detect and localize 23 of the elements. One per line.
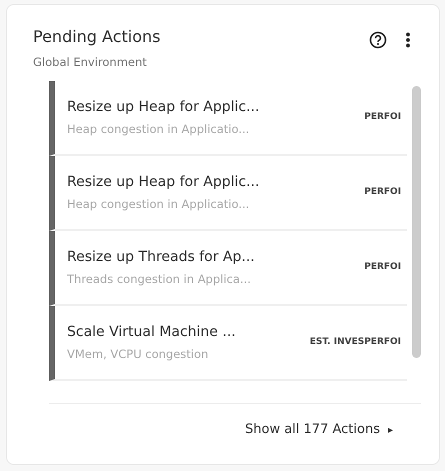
action-row[interactable]: Scale Virtual Machine ... VMem, VCPU congestion EST. INVESPERFOI (49, 306, 408, 382)
more-menu-icon[interactable] (405, 32, 411, 48)
action-category: PERFOI (364, 111, 402, 124)
action-title: Scale Virtual Machine ... (67, 323, 236, 342)
action-title: Resize up Heap for Applic... (67, 98, 260, 118)
action-title: Resize up Threads for Ap... (67, 248, 255, 268)
action-detail: Heap congestion in Applicatio... (67, 121, 250, 138)
action-detail: VMem, VCPU congestion (67, 346, 210, 364)
show-all-link[interactable]: Show all 177 Actions (245, 420, 380, 440)
caret-icon[interactable]: ▸ (388, 422, 393, 438)
action-category: EST. INVESPERFOI (310, 336, 402, 350)
action-category: PERFOI (364, 186, 402, 200)
action-detail: Heap congestion in Applicatio... (67, 196, 250, 214)
widget-title: Pending Actions (33, 27, 160, 46)
action-detail: Threads congestion in Applica... (67, 271, 252, 288)
action-title: Resize up Heap for Applic... (67, 173, 260, 192)
action-category: PERFOI (364, 261, 402, 274)
action-row[interactable]: Resize up Heap for Applic... Heap congestion in Applicatio... PERFOI (49, 81, 408, 156)
widget-subtitle: Global Environment (33, 54, 148, 72)
help-icon[interactable] (369, 31, 387, 49)
scrollbar-thumb[interactable] (412, 86, 421, 358)
action-row[interactable]: Resize up Heap for Applic... Heap congestion in Applicatio... PERFOI (49, 156, 408, 232)
action-row[interactable]: Resize up Threads for Ap... Threads congestion in Applica... PERFOI (49, 231, 408, 306)
